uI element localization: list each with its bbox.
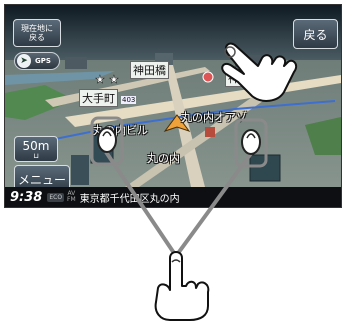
map-label-marunouchi-building: 丸の内ビル (93, 124, 148, 137)
gps-label: GPS (35, 57, 51, 65)
map-label-marunouchi: 丸の内 (147, 152, 180, 165)
route-number-badge: 403 (121, 96, 137, 104)
current-address: 東京都千代田区丸の内 (79, 193, 180, 205)
compass-icon: ➤ (17, 54, 31, 68)
back-button[interactable]: 戻る (293, 19, 338, 49)
eco-badge: ECO (47, 192, 65, 202)
pointing-hand-icon (154, 251, 210, 321)
status-bar: 9:38 ECO AV FM 東京都千代田区丸の内 (5, 187, 341, 207)
return-to-current-location-button[interactable]: 現在地に 戻る (13, 19, 61, 47)
map-scale-button[interactable]: 50m ⊔ (14, 136, 58, 162)
svg-text:★: ★ (109, 73, 119, 86)
clock-time: 9:38 (10, 189, 43, 205)
av-source-label: FM (67, 196, 76, 203)
map-label-kanda-bashi: 神田橋 (130, 61, 169, 79)
scale-label: 50m (22, 139, 50, 153)
map-label-marunouchi-oazo: 丸の内オアゾ (181, 111, 247, 124)
svg-text:★: ★ (95, 73, 105, 86)
scale-bar-icon: ⊔ (33, 152, 39, 160)
map-label-otemachi: 大手町 (79, 89, 118, 107)
navigation-screen: ★ ★ 神田橋 神 大手町 403 丸の内オアゾ 丸の内ビル 丸の内 現在地に … (4, 4, 342, 208)
gps-indicator: ➤ GPS (14, 52, 60, 70)
map-label-kanda-partial: 神 (225, 69, 242, 87)
av-source-indicator: AV FM (67, 191, 76, 203)
